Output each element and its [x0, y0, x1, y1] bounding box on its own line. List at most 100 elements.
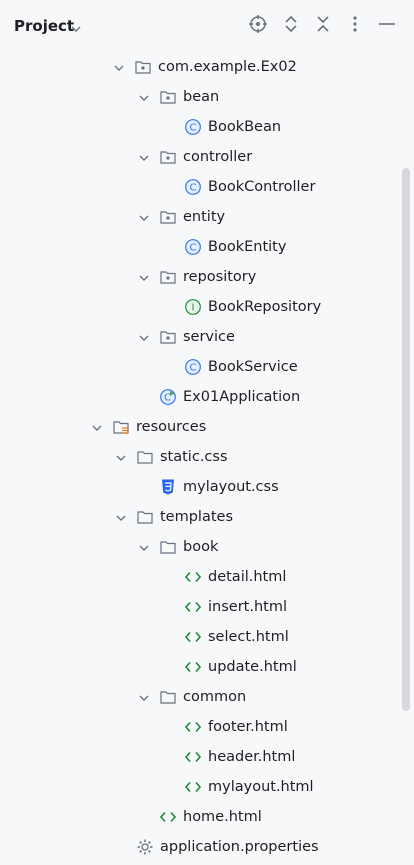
tree-row[interactable]: repository — [0, 262, 398, 292]
tree-item-label: home.html — [183, 809, 262, 825]
html-file-icon — [184, 568, 202, 586]
package-icon — [159, 208, 177, 226]
chevron-down-icon[interactable] — [70, 20, 82, 39]
tree-row[interactable]: footer.html — [0, 712, 398, 742]
chevron-down-icon[interactable] — [137, 330, 151, 344]
html-file-icon — [159, 808, 177, 826]
tree-item-label: mylayout.css — [183, 479, 279, 495]
interface-icon: I — [184, 298, 202, 316]
tree-item-label: book — [183, 539, 219, 555]
chevron-down-icon[interactable] — [112, 60, 126, 74]
html-file-icon — [184, 598, 202, 616]
vertical-scrollbar[interactable] — [402, 168, 410, 711]
tree-row[interactable]: entity — [0, 202, 398, 232]
tree-row[interactable]: C BookService — [0, 352, 398, 382]
tree-row[interactable]: select.html — [0, 622, 398, 652]
tree-item-label: com.example.Ex02 — [158, 59, 297, 75]
tree-item-label: repository — [183, 269, 257, 285]
chevron-down-icon[interactable] — [114, 510, 128, 524]
package-icon — [159, 328, 177, 346]
tree-row[interactable]: C Ex01Application — [0, 382, 398, 412]
tree-item-label: BookController — [208, 179, 316, 195]
tree-item-label: Ex01Application — [183, 389, 301, 405]
tree-item-label: resources — [136, 419, 207, 435]
class-icon: C — [184, 358, 202, 376]
html-file-icon — [184, 658, 202, 676]
tree-item-label: update.html — [208, 659, 297, 675]
package-icon — [159, 88, 177, 106]
tree-row[interactable]: update.html — [0, 652, 398, 682]
locate-icon[interactable] — [247, 13, 269, 35]
tree-row[interactable]: home.html — [0, 802, 398, 832]
html-file-icon — [184, 628, 202, 646]
tree-item-label: BookEntity — [208, 239, 287, 255]
tree-row[interactable]: static.css — [0, 442, 398, 472]
minimize-icon[interactable] — [376, 13, 398, 35]
tree-row[interactable]: C BookController — [0, 172, 398, 202]
html-file-icon — [184, 748, 202, 766]
tree-row[interactable]: mylayout.html — [0, 772, 398, 802]
tree-row[interactable]: resources — [0, 412, 398, 442]
html-file-icon — [184, 778, 202, 796]
tree-item-label: header.html — [208, 749, 296, 765]
tree-item-label: static.css — [160, 449, 228, 465]
chevron-down-icon[interactable] — [137, 150, 151, 164]
chevron-down-icon[interactable] — [137, 90, 151, 104]
tree-item-label: BookBean — [208, 119, 282, 135]
chevron-down-icon[interactable] — [90, 420, 104, 434]
package-icon — [159, 268, 177, 286]
class-icon: C — [184, 178, 202, 196]
tree-item-label: service — [183, 329, 235, 345]
more-options-icon[interactable] — [344, 13, 366, 35]
tree-item-label: BookService — [208, 359, 298, 375]
tree-row[interactable]: book — [0, 532, 398, 562]
tree-item-label: footer.html — [208, 719, 288, 735]
tree-row[interactable]: detail.html — [0, 562, 398, 592]
tree-item-label: entity — [183, 209, 226, 225]
collapse-all-icon[interactable] — [312, 13, 334, 35]
folder-icon — [159, 688, 177, 706]
tree-row[interactable]: C BookEntity — [0, 232, 398, 262]
tree-row[interactable]: mylayout.css — [0, 472, 398, 502]
folder-icon — [136, 508, 154, 526]
tree-row[interactable]: service — [0, 322, 398, 352]
package-icon — [159, 148, 177, 166]
spring-application-icon: C — [159, 388, 177, 406]
expand-all-icon[interactable] — [280, 13, 302, 35]
tree-item-label: insert.html — [208, 599, 287, 615]
tree-item-label: templates — [160, 509, 234, 525]
svg-text:C: C — [190, 363, 197, 374]
package-icon — [134, 58, 152, 76]
class-icon: C — [184, 238, 202, 256]
project-tree: com.example.Ex02 bean C BookBean controller C… — [0, 52, 400, 865]
tree-item-label: application.properties — [160, 839, 319, 855]
tree-item-label: controller — [183, 149, 253, 165]
tree-row[interactable]: templates — [0, 502, 398, 532]
tree-row[interactable]: C BookBean — [0, 112, 398, 142]
svg-text:C: C — [164, 393, 171, 404]
tree-row[interactable]: bean — [0, 82, 398, 112]
project-title[interactable]: Project — [14, 17, 74, 35]
tree-row[interactable]: com.example.Ex02 — [0, 52, 398, 82]
tree-item-label: detail.html — [208, 569, 287, 585]
tree-row[interactable]: controller — [0, 142, 398, 172]
project-tool-window-header: Project — [0, 0, 414, 52]
folder-icon — [159, 538, 177, 556]
resources-folder-icon — [112, 418, 130, 436]
tree-row[interactable]: common — [0, 682, 398, 712]
chevron-down-icon[interactable] — [137, 690, 151, 704]
chevron-down-icon[interactable] — [137, 270, 151, 284]
chevron-down-icon[interactable] — [137, 210, 151, 224]
html-file-icon — [184, 718, 202, 736]
tree-row[interactable]: insert.html — [0, 592, 398, 622]
tree-row[interactable]: I BookRepository — [0, 292, 398, 322]
class-icon: C — [184, 118, 202, 136]
tree-row[interactable]: header.html — [0, 742, 398, 772]
settings-gear-icon — [136, 838, 154, 856]
svg-text:C: C — [190, 123, 197, 134]
tree-item-label: BookRepository — [208, 299, 322, 315]
tree-item-label: bean — [183, 89, 220, 105]
tree-row[interactable]: application.properties — [0, 832, 398, 862]
chevron-down-icon[interactable] — [137, 540, 151, 554]
chevron-down-icon[interactable] — [114, 450, 128, 464]
